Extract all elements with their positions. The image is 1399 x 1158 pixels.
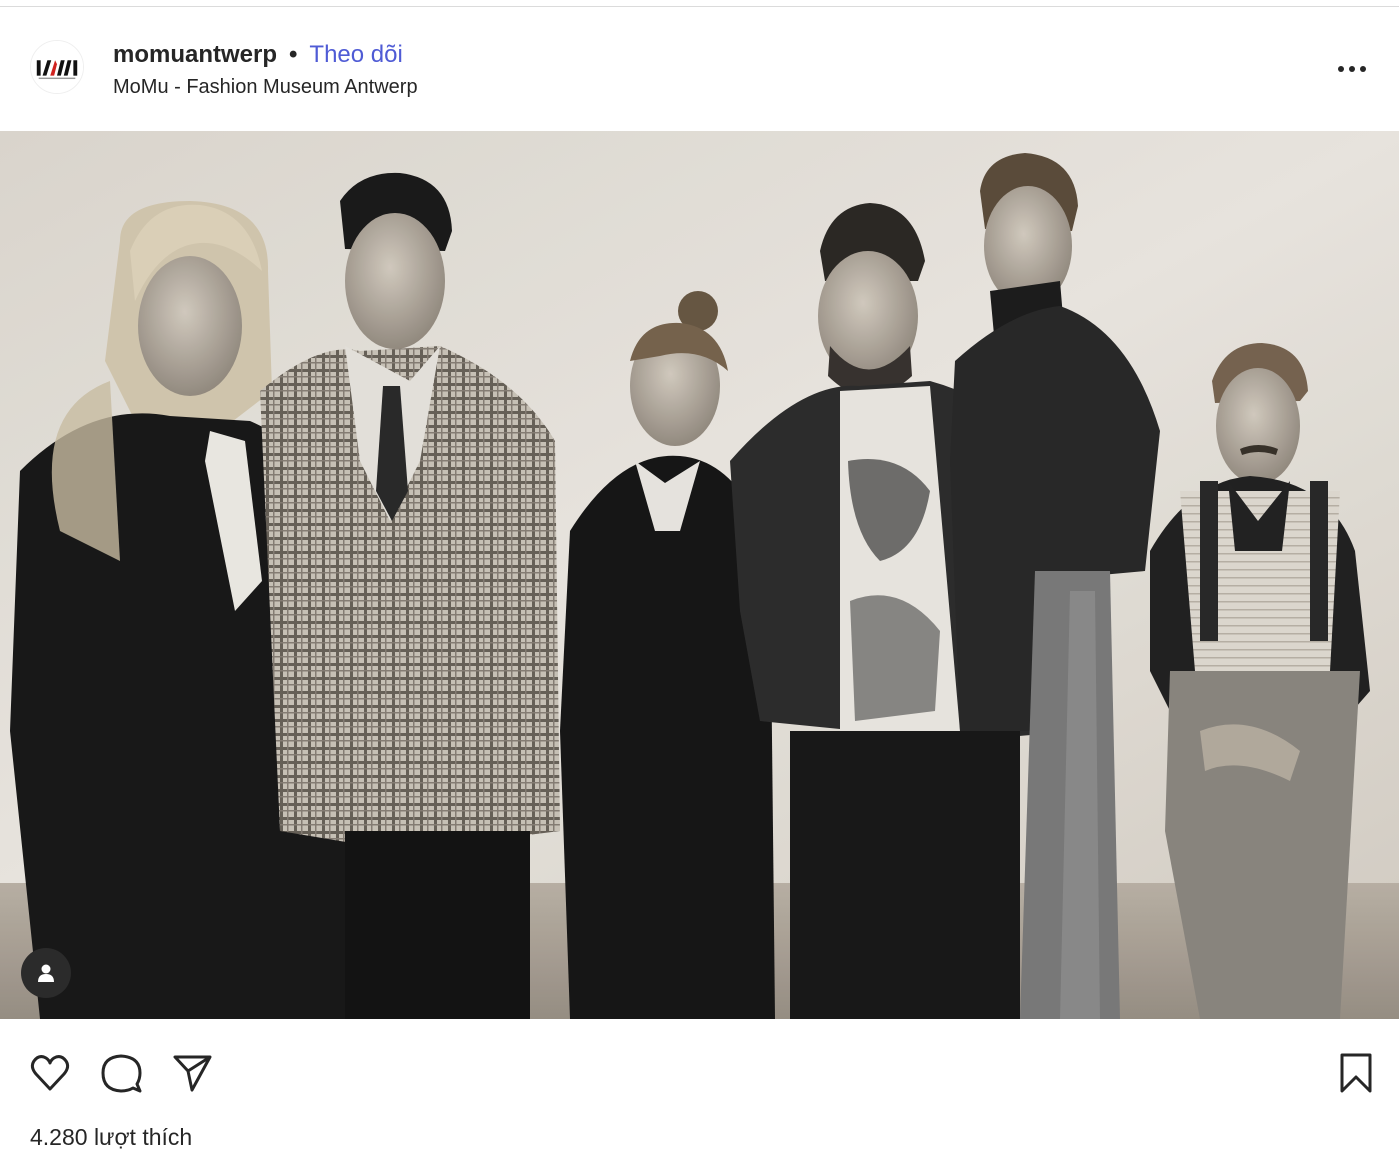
user-line: momuantwerp • Theo dõi — [113, 40, 403, 70]
user-tag-icon — [38, 964, 54, 982]
share-icon — [173, 1055, 212, 1092]
comment-button[interactable] — [99, 1051, 143, 1095]
username-link[interactable]: momuantwerp — [113, 41, 277, 69]
post-actions — [0, 1019, 1399, 1119]
more-options-button[interactable] — [1330, 52, 1374, 86]
top-divider — [0, 0, 1399, 7]
location-link[interactable]: MoMu - Fashion Museum Antwerp — [113, 76, 418, 99]
post-photo[interactable] — [0, 131, 1399, 1019]
save-button[interactable] — [1334, 1051, 1378, 1095]
more-horizontal-icon — [1338, 66, 1366, 72]
comment-icon — [101, 1054, 142, 1093]
momu-logo-icon — [31, 41, 83, 93]
heart-icon — [30, 1055, 70, 1091]
likes-count[interactable]: 4.280 lượt thích — [30, 1124, 192, 1151]
tagged-users-button[interactable] — [21, 948, 71, 998]
separator-dot: • — [289, 41, 298, 68]
like-button[interactable] — [28, 1051, 72, 1095]
group-portrait-image — [0, 131, 1399, 1019]
bookmark-icon — [1340, 1053, 1372, 1093]
account-avatar[interactable] — [30, 40, 84, 94]
share-button[interactable] — [170, 1051, 214, 1095]
post-header: momuantwerp • Theo dõi MoMu - Fashion Mu… — [0, 8, 1399, 131]
follow-button[interactable]: Theo dõi — [309, 41, 402, 69]
